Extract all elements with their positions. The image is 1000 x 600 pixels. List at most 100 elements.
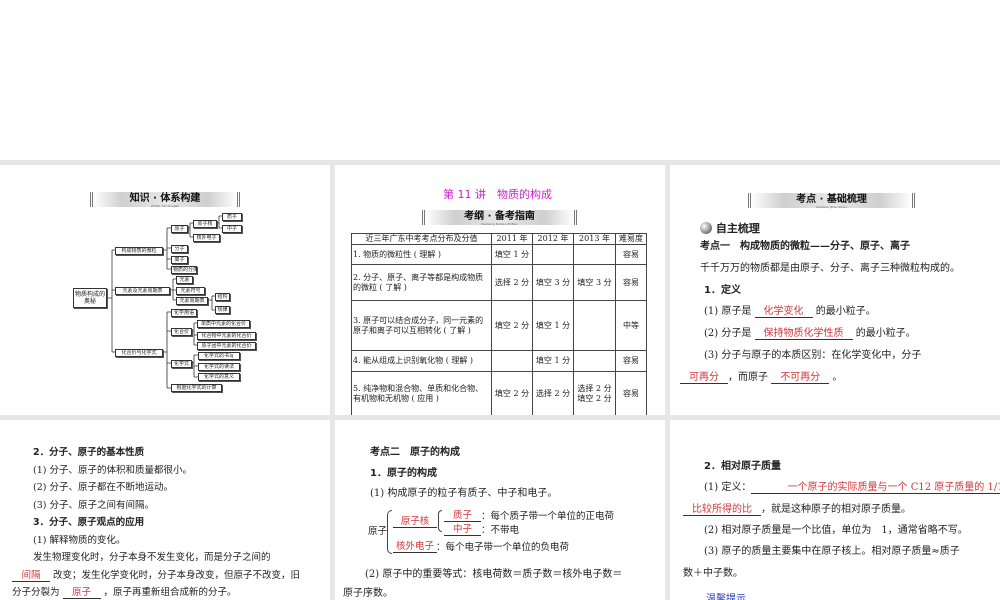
answer-blank: 原子 — [62, 587, 101, 599]
text-line: 3．分子、原子观点的应用 — [33, 517, 144, 529]
slide-properties[interactable]: 2．分子、原子的基本性质 (1) 分子、原子的体积和质量都很小。 (2) 分子、原子… — [0, 420, 330, 600]
text-line: 原子序数。 — [343, 588, 393, 600]
table-row: 3. 原子可以结合成分子，同一元素的原子和离子可以互相转化 ( 了解 ) 填空 2… — [351, 300, 647, 351]
neutron-blank: 中子 — [444, 524, 481, 536]
text-line: (1) 解释物质的变化。 — [33, 535, 125, 547]
mind-map-node: 化学式的意义 — [198, 373, 240, 381]
text-line: 比较所得的比 ，就是这种原子的相对原子质量。 — [683, 504, 911, 516]
mind-map-node: 化学式的读法 — [198, 363, 240, 371]
heading-text: 2．分子、原子的基本性质 — [33, 447, 145, 458]
body-text: (1) 分子、原子的体积和质量都很小。 — [33, 464, 192, 476]
mind-map-node: 单质中元素的化合价 — [197, 320, 250, 328]
body-text: 原子序数。 — [343, 587, 393, 599]
text-line: 考点一 构成物质的微粒——分子、原子、离子 — [700, 241, 910, 253]
body-text: (2) 分子、原子都在不断地运动。 — [33, 482, 173, 493]
table-row: 2. 分子、原子、离子等都是构成物质的微粒 ( 了解 ) 选择 2 分填空 3 分… — [351, 264, 647, 301]
table-cell: 选择 2 分 填空 2 分 — [573, 371, 616, 415]
table-cell: 填空 1 分 — [532, 300, 574, 351]
mind-map-node: 质子 — [222, 213, 242, 221]
text-line: 分子分裂为 原子 ，原子再重新组合成新的分子。 — [12, 587, 237, 599]
text-line: 1．定义 — [704, 285, 741, 297]
text-line: 考点二 原子的构成 — [370, 447, 460, 459]
slide-atom-structure[interactable]: 考点二 原子的构成 1．原子的构成 (1) 构成原子的粒子有质子、中子和电子。 原子… — [335, 420, 665, 600]
table-cell: 1. 物质的微粒性 ( 理解 ) — [351, 244, 492, 265]
body-text: (1) 构成原子的粒子有质子、中子和电子。 — [370, 488, 558, 499]
text-line: (1) 定义： 一个原子的实际质量与一个 C12 原子质量的 1/12 相 — [704, 482, 1000, 495]
body-text: ，就是这种原子的相对原子质量。 — [761, 503, 911, 515]
bullet-circle-icon — [700, 222, 712, 234]
section-heading: 自主梳理 — [700, 220, 760, 236]
text-line: 发生物理变化时，分子本身不发生变化，而是分子之间的 — [33, 552, 271, 564]
table-cell — [573, 300, 616, 351]
mind-map-node: 原子 — [171, 225, 188, 233]
answer-blank: 不可再分 — [771, 372, 830, 384]
exam-table: 近三年广东中考考点分布及分值 2011 年 2012 年 2013 年 难易度 … — [351, 233, 647, 415]
body-text: ，而原子 — [728, 371, 772, 383]
answer-blank: 可再分 — [680, 372, 728, 384]
blank-top-area — [0, 0, 1000, 160]
text-line: (2) 相对原子质量是一个比值，单位为 1，通常省略不写。 — [704, 525, 968, 537]
mind-map-node: 元素周期表 — [176, 297, 208, 305]
mind-map-node: 根据化学式的计算 — [171, 384, 222, 392]
table-cell: 选择 2 分 — [532, 371, 574, 415]
atom-label: 原子 — [368, 526, 388, 537]
slide-knowledge-map[interactable]: 知识 · 体系构建 ZhiShi TiXi GouJian 物质构成的奥秘 构成物… — [0, 165, 330, 415]
heading-text: 2．相对原子质量 — [704, 461, 781, 472]
table-cell: 填空 3 分 — [532, 264, 574, 301]
mind-map-node: 物质的分类 — [171, 266, 199, 274]
proton-description: ：每个质子带一个单位的正电荷 — [481, 511, 615, 522]
mind-map-node: 化合价与化学式 — [115, 349, 163, 357]
mind-map-node: 化学式的书写 — [198, 352, 240, 360]
table-cell — [573, 350, 616, 372]
heading-text: 3．分子、原子观点的应用 — [33, 517, 145, 528]
heading-text: 1．原子的构成 — [370, 467, 437, 479]
text-line: (1) 原子是 化学变化 的最小粒子。 — [704, 306, 876, 319]
text-line: (3) 分子与原子的本质区别：在化学变化中，分子 — [704, 350, 921, 362]
text-line: (2) 原子中的重要等式：核电荷数＝质子数＝核外电子数＝ — [365, 569, 622, 581]
mind-map-node: 化学用语 — [171, 309, 197, 317]
mind-map-node: 元素 — [176, 276, 193, 284]
table-cell: 5. 纯净物和混合物、单质和化合物、有机物和无机物 ( 应用 ) — [351, 371, 492, 415]
body-text: (2) 原子中的重要等式：核电荷数＝质子数＝核外电子数＝ — [365, 569, 623, 580]
table-cell: 中等 — [615, 300, 647, 351]
table-cell — [491, 350, 533, 372]
slide-exam-guide[interactable]: 第 11 讲 物质的构成 考纲 · 备考指南 KaoGang BeiKao Zhi… — [335, 165, 665, 415]
table-row: 1. 物质的微粒性 ( 理解 ) 填空 1 分 容易 — [351, 244, 647, 265]
text-line: (3) 原子的质量主要集中在原子核上。相对原子质量≈质子 — [704, 546, 960, 558]
brace-icon — [387, 510, 392, 554]
table-row: 5. 纯净物和混合物、单质和化合物、有机物和无机物 ( 应用 ) 填空 2 分选择… — [351, 371, 647, 415]
section-banner: 考纲 · 备考指南 KaoGang BeiKao ZhiNan — [422, 210, 577, 226]
brace-icon — [438, 510, 442, 532]
table-cell: 4. 能从组成上识别氧化物 ( 理解 ) — [351, 350, 492, 372]
tip-heading: 温馨提示 — [706, 594, 746, 600]
table-cell: 3. 原子可以结合成分子，同一元素的原子和离子可以互相转化 ( 了解 ) — [351, 300, 492, 351]
text-line: (1) 构成原子的粒子有质子、中子和电子。 — [370, 488, 557, 500]
mind-map-node: 原子核 — [193, 220, 217, 228]
mind-map-node: 化合物中元素的化合价 — [197, 332, 256, 340]
text-line: (2) 分子是 保持物质化学性质 的最小粒子。 — [704, 328, 916, 341]
body-text: 分子分裂为 — [12, 587, 63, 598]
electron-blank: 核外电子 — [393, 541, 437, 553]
table-cell: 填空 1 分 — [491, 244, 533, 265]
mind-map-node: 原子团中元素的化合价 — [197, 342, 256, 350]
body-text: (3) 分子、原子之间有间隔。 — [33, 499, 154, 511]
body-text: 数＋中子数。 — [683, 567, 743, 579]
slide-basics[interactable]: 考点 · 基础梳理 KaoDian JiChu ShuLi 自主梳理 考点一 构成… — [670, 165, 1000, 415]
body-text: 的最小粒子。 — [852, 328, 916, 340]
nucleus-blank: 原子核 — [393, 516, 437, 528]
text-line: (3) 分子、原子之间有间隔。 — [33, 500, 154, 512]
electron-description: ：每个电子带一个单位的负电荷 — [436, 542, 570, 553]
answer-blank: 化学变化 — [754, 306, 813, 319]
slide-relative-mass[interactable]: 2．相对原子质量 (1) 定义： 一个原子的实际质量与一个 C12 原子质量的 1/… — [670, 420, 1000, 600]
mind-map-node: 结构 — [215, 293, 230, 301]
table-header-row: 近三年广东中考考点分布及分值 2011 年 2012 年 2013 年 难易度 — [351, 233, 647, 245]
text-line: (1) 分子、原子的体积和质量都很小。 — [33, 465, 192, 477]
text-line: 千千万万的物质都是由原子、分子、离子三种微粒构成的。 — [700, 263, 960, 275]
body-text: 的最小粒子。 — [812, 306, 876, 318]
mind-map-node: 核外电子 — [193, 234, 220, 242]
mind-map-node: 中子 — [222, 225, 242, 233]
body-text: (3) 分子与原子的本质区别：在化学变化中，分子 — [704, 350, 922, 361]
answer-blank: 保持物质化学性质 — [754, 328, 853, 341]
answer-blank: 一个原子的实际质量与一个 C12 原子质量的 1/12 相 — [751, 482, 1000, 495]
body-text: 改变；发生化学变化时，分子本身改变，但原子不改变，旧 — [50, 569, 301, 581]
